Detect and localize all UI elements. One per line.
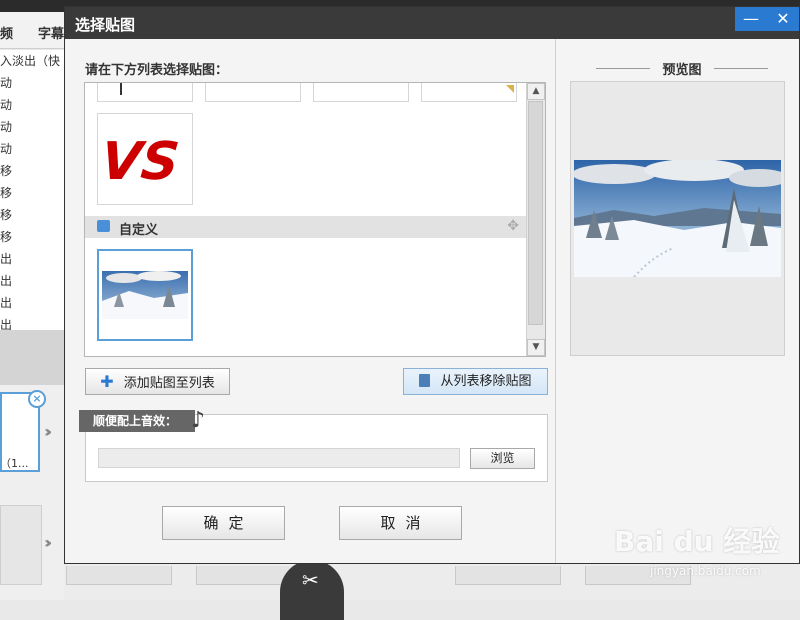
list-item[interactable]: 出 xyxy=(0,314,64,330)
cancel-button[interactable]: 取消 xyxy=(339,506,462,540)
add-sticker-label: 添加贴图至列表 xyxy=(123,376,215,391)
list-item[interactable]: 动 xyxy=(0,72,64,94)
trash-icon xyxy=(419,374,431,387)
image-icon xyxy=(97,220,110,232)
sound-file-path-field[interactable] xyxy=(98,448,460,468)
list-item[interactable]: 动 xyxy=(0,116,64,138)
sticker-tile[interactable] xyxy=(421,83,517,102)
baidu-jingyan-watermark: Bai du 经验 xyxy=(614,525,780,558)
close-button[interactable]: ✕ xyxy=(767,7,799,31)
minimize-button[interactable]: — xyxy=(735,7,767,31)
remove-sticker-button[interactable]: 从列表移除贴图 xyxy=(403,368,548,395)
scroll-up-arrow-icon[interactable]: ▲ xyxy=(527,83,545,100)
list-item[interactable]: 动 xyxy=(0,138,64,160)
watermark-url: jingyan.baidu.com xyxy=(650,564,761,578)
pane-divider xyxy=(555,39,556,563)
background-slot[interactable] xyxy=(455,566,561,585)
sticker-tile[interactable] xyxy=(313,83,409,102)
sticker-tile[interactable] xyxy=(205,83,301,102)
background-clip-slot[interactable] xyxy=(0,505,42,585)
scroll-down-arrow-icon[interactable]: ▼ xyxy=(527,339,545,356)
plus-icon: ✚ xyxy=(100,372,114,391)
background-slot[interactable] xyxy=(66,566,172,585)
background-tab-bar: 频 字幕 xyxy=(0,12,70,49)
dialog-title: 选择贴图 xyxy=(75,16,136,34)
background-tab-subtitle[interactable]: 字幕 xyxy=(38,23,64,42)
list-item[interactable]: 移 xyxy=(0,160,64,182)
list-item[interactable]: 出 xyxy=(0,292,64,314)
background-panel-divider xyxy=(0,330,64,385)
vs-sticker-text: VS xyxy=(98,132,182,192)
snow-landscape-thumbnail xyxy=(102,271,188,319)
list-item[interactable]: 移 xyxy=(0,182,64,204)
add-sticker-button[interactable]: ✚ 添加贴图至列表 xyxy=(85,368,230,395)
music-note-icon: ♪ xyxy=(191,408,206,433)
browse-button[interactable]: 浏览 xyxy=(470,448,535,469)
dialog-title-bar[interactable]: 选择贴图 — ✕ xyxy=(65,7,799,39)
scrollbar-thumb[interactable] xyxy=(528,101,543,325)
preview-image xyxy=(574,160,781,277)
double-chevron-right-icon: ›› xyxy=(44,422,53,441)
vs-sticker-image: VS xyxy=(98,132,182,192)
select-sticker-dialog: 选择贴图 — ✕ 请在下方列表选择贴图： VS 自定义 ✥ ▲ ▼ ✚ 添加贴图… xyxy=(64,6,800,564)
double-chevron-right-icon: ›› xyxy=(44,533,53,552)
list-item[interactable]: 移 xyxy=(0,204,64,226)
list-item[interactable]: 入淡出（快 xyxy=(0,50,64,72)
instruction-label: 请在下方列表选择贴图： xyxy=(85,63,229,78)
background-clip-label: （1... xyxy=(0,457,29,470)
sticker-tile-custom-selected[interactable] xyxy=(97,249,193,341)
sticker-list: VS 自定义 ✥ ▲ ▼ xyxy=(84,82,546,357)
remove-sticker-label: 从列表移除贴图 xyxy=(440,374,532,389)
sticker-tile-vs[interactable]: VS xyxy=(97,113,193,205)
close-icon[interactable]: × xyxy=(28,390,46,408)
sticker-corner-icon xyxy=(506,85,514,93)
scissors-icon: ✂ xyxy=(302,568,319,592)
sticker-tile[interactable] xyxy=(97,83,193,102)
background-tab-video[interactable]: 频 xyxy=(0,23,13,42)
list-item[interactable]: 出 xyxy=(0,248,64,270)
section-label: 自定义 xyxy=(119,223,159,238)
list-item[interactable]: 动 xyxy=(0,94,64,116)
preview-heading: 预览图 xyxy=(592,59,772,78)
list-scrollbar[interactable]: ▲ ▼ xyxy=(526,83,545,356)
list-item[interactable]: 移 xyxy=(0,226,64,248)
preview-panel xyxy=(570,81,785,356)
list-item[interactable]: 出 xyxy=(0,270,64,292)
ok-button[interactable]: 确定 xyxy=(162,506,285,540)
section-header-custom: 自定义 ✥ xyxy=(85,216,527,238)
sticker-list-pane: 请在下方列表选择贴图： VS 自定义 ✥ ▲ ▼ ✚ 添加贴图至列表 从列表移除… xyxy=(65,39,555,563)
window-controls: — ✕ xyxy=(735,7,799,31)
background-effect-list: 入淡出（快 动 动 动 动 移 移 移 移 出 出 出 出 xyxy=(0,50,64,330)
sticker-partial-mark xyxy=(120,83,122,95)
move-icon[interactable]: ✥ xyxy=(507,218,519,234)
cut-button[interactable]: ✂ xyxy=(280,560,344,620)
sound-effect-label: 顺便配上音效： xyxy=(79,410,195,432)
